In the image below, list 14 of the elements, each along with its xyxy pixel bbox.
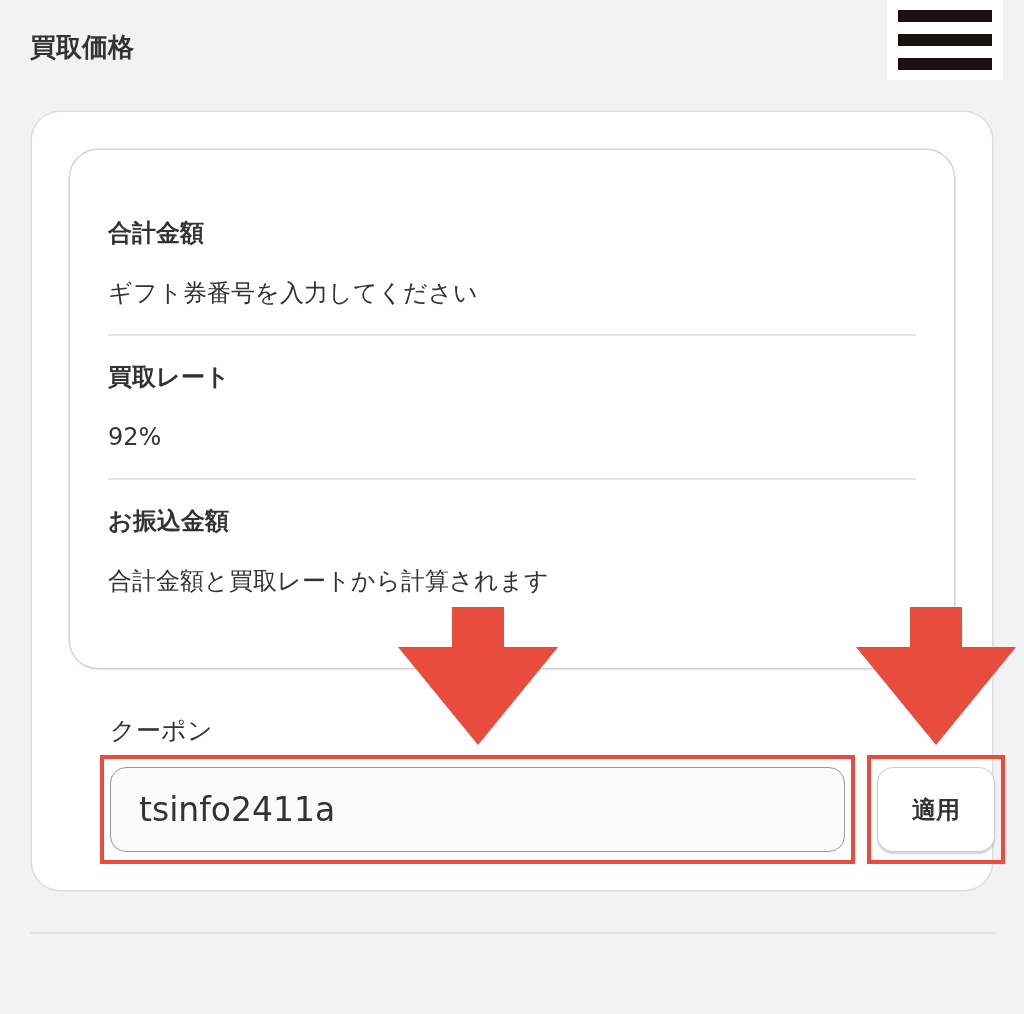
field-value: 92% (108, 422, 162, 453)
coupon-field[interactable]: tsinfo2411a (110, 767, 845, 852)
down-arrow-icon (856, 607, 1016, 745)
menu-icon[interactable] (898, 10, 992, 70)
field-value: 合計金額と買取レートから計算されます (108, 566, 549, 597)
field-label: 合計金額 (108, 218, 204, 249)
field-value: ギフト券番号を入力してください (108, 278, 478, 309)
menu-button[interactable] (887, 0, 1003, 80)
field-label: お振込金額 (108, 506, 229, 537)
page-title: 買取価格 (30, 31, 134, 64)
down-arrow-icon (397, 607, 558, 745)
coupon-label: クーポン (110, 715, 213, 747)
apply-button[interactable]: 適用 (877, 767, 995, 852)
field-label: 買取レート (108, 362, 230, 393)
